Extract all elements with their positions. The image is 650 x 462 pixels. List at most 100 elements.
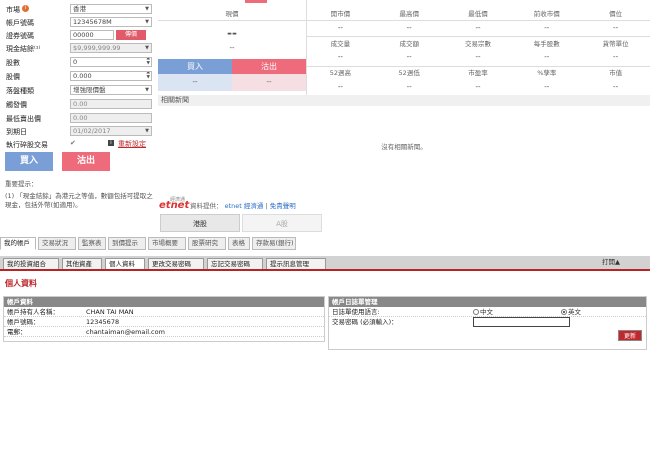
chevron-down-icon: ▼ bbox=[145, 6, 149, 12]
quote-panel: 現價 -- -- 買入 沽出 -- -- 開市價 -- 最高價 -- 最低價 -- 前收市價… bbox=[158, 0, 650, 95]
sub-tab[interactable]: 提示訊息管理 bbox=[266, 258, 326, 269]
language-row: 日誌單使用語言: 中文 英文 bbox=[329, 307, 646, 317]
quote-header: 最低價 bbox=[468, 10, 488, 18]
nav-tab[interactable]: 監察表 bbox=[78, 237, 106, 250]
nav-tab[interactable]: 交易狀況 bbox=[38, 237, 76, 250]
quote-sell-button[interactable]: 沽出 bbox=[232, 59, 306, 74]
account-number-value: 12345678 bbox=[86, 318, 120, 326]
account-holder-row: 帳戶持有人名稱： CHAN TAI MAN bbox=[4, 307, 324, 317]
cash-row: 現金結餘⁽¹⁾ $9,999,999.99 ▼ bbox=[4, 43, 154, 54]
expiry-select[interactable]: 01/02/2017 ▼ bbox=[70, 126, 152, 136]
price-value: 0.000 bbox=[73, 72, 92, 80]
divider bbox=[158, 20, 650, 21]
order-type-label: 落盤種類 bbox=[6, 87, 34, 95]
price-row: 股價 0.000 ▲ ▼ bbox=[4, 71, 154, 82]
min-price-input[interactable]: 0.00 bbox=[70, 113, 152, 123]
reset-link[interactable]: 重新設定 bbox=[118, 139, 146, 149]
nav-tab[interactable]: 市場概要 bbox=[148, 237, 186, 250]
quote-buy-button[interactable]: 買入 bbox=[158, 59, 232, 74]
expiry-label: 到期日 bbox=[6, 128, 27, 136]
account-number-row: 帳戶號碼： 12345678 bbox=[4, 317, 324, 327]
cash-value-text: $9,999,999.99 bbox=[73, 44, 121, 52]
sub-tab[interactable]: 更改交易密碼 bbox=[148, 258, 204, 269]
password-button[interactable]: 傳價 bbox=[116, 30, 146, 40]
quote-value: -- bbox=[475, 53, 481, 61]
chevron-down-icon: ▼ bbox=[145, 87, 149, 93]
radio-selected-icon[interactable] bbox=[561, 309, 567, 315]
provider-bar: 資料提供： etnet 經濟通 | 免責聲明 bbox=[190, 200, 296, 210]
quote-header: 市值 bbox=[609, 69, 623, 77]
nav-tab[interactable]: 股票研究 bbox=[188, 237, 226, 250]
tab-hk-stocks[interactable]: 港股 bbox=[160, 214, 240, 232]
quote-header: %孳率 bbox=[537, 69, 557, 77]
chevron-down-icon: ▼ bbox=[145, 45, 149, 51]
quantity-label: 股數 bbox=[6, 59, 20, 67]
nav-tab[interactable]: 到價提示 bbox=[108, 237, 146, 250]
news-panel: 相關新聞 沒有相關新聞。 bbox=[158, 95, 650, 195]
nav-tab[interactable]: 表格 bbox=[228, 237, 250, 250]
ask-value: -- bbox=[232, 74, 306, 91]
disclaimer-link[interactable]: 免責聲明 bbox=[270, 202, 296, 210]
market-value: 香港 bbox=[73, 5, 86, 13]
trade-password-input[interactable] bbox=[473, 317, 570, 327]
nav-tab[interactable]: 我的帳戶 bbox=[0, 237, 36, 250]
order-form: 市場 i 香港 ▼ 帳戶號碼 12345678M ▼ 證券號碼 00000 傳價 現金… bbox=[0, 0, 158, 236]
min-price-row: 最低賣出價 0.00 bbox=[4, 113, 154, 124]
sell-button[interactable]: 沽出 bbox=[62, 152, 110, 171]
tab-a-shares[interactable]: A股 bbox=[242, 214, 322, 232]
nav-tab[interactable]: 存款易(銀行) bbox=[252, 237, 296, 250]
info-icon[interactable]: i bbox=[108, 140, 114, 146]
price-stepper[interactable]: 0.000 ▲ ▼ bbox=[70, 71, 152, 81]
account-number-label: 帳戶號碼： bbox=[7, 318, 40, 326]
email-value: chantaiman@email.com bbox=[86, 328, 165, 336]
radio-icon[interactable] bbox=[473, 309, 479, 315]
news-empty-text: 沒有相關新聞。 bbox=[381, 143, 427, 151]
expiry-value: 01/02/2017 bbox=[73, 127, 111, 135]
etnet-link[interactable]: etnet 經濟通 bbox=[225, 202, 264, 210]
account-row: 帳戶號碼 12345678M ▼ bbox=[4, 17, 154, 28]
quantity-value: 0 bbox=[73, 58, 78, 66]
divider bbox=[0, 269, 650, 271]
account-value: 12345678M bbox=[73, 18, 112, 26]
notes-text: (1) 「現金結餘」為港元之等值，數額包括可提取之現金，包括外幣(如適用)。 bbox=[5, 192, 153, 209]
account-select[interactable]: 12345678M ▼ bbox=[70, 17, 152, 27]
provider-label: 資料提供： bbox=[190, 202, 223, 210]
quote-header: 最高價 bbox=[399, 10, 419, 18]
trigger-price-row: 觸發價 0.00 bbox=[4, 99, 154, 110]
lang-option-zh[interactable]: 中文 bbox=[473, 307, 493, 317]
sub-tab[interactable]: 忘記交易密碼 bbox=[207, 258, 263, 269]
password-input[interactable]: 00000 bbox=[70, 30, 114, 40]
quote-header: 前收市價 bbox=[533, 10, 560, 18]
collapse-toggle[interactable]: 打開▲ bbox=[602, 256, 620, 268]
expiry-row: 到期日 01/02/2017 ▼ bbox=[4, 126, 154, 137]
news-header: 相關新聞 bbox=[158, 95, 650, 106]
checkbox-icon[interactable]: ✔ bbox=[70, 139, 76, 147]
info-icon[interactable]: i bbox=[22, 5, 29, 12]
quote-header: 市盈率 bbox=[468, 69, 488, 77]
lang-option-en[interactable]: 英文 bbox=[561, 307, 581, 317]
sub-nav: 打開▲ 我的投資組合 其他資產 個人資料 更改交易密碼 忘記交易密碼 提示訊息管理 bbox=[0, 256, 650, 269]
market-select[interactable]: 香港 ▼ bbox=[70, 4, 152, 14]
lang-en-label: 英文 bbox=[568, 308, 581, 316]
sub-tab[interactable]: 我的投資組合 bbox=[3, 258, 59, 269]
chevron-down-icon: ▼ bbox=[145, 19, 149, 25]
sub-tab[interactable]: 個人資料 bbox=[105, 258, 145, 269]
password-row: 證券號碼 00000 傳價 bbox=[4, 30, 154, 41]
sub-tab[interactable]: 其他資產 bbox=[62, 258, 102, 269]
stepper-icon[interactable]: ▲ ▼ bbox=[147, 58, 150, 66]
quote-header: 每手股數 bbox=[533, 40, 560, 48]
buy-button[interactable]: 買入 bbox=[5, 152, 53, 171]
trigger-price-input[interactable]: 0.00 bbox=[70, 99, 152, 109]
lang-zh-label: 中文 bbox=[480, 308, 493, 316]
statement-settings-header: 帳戶日誌單管理 bbox=[329, 297, 646, 307]
email-row: 電郵： chantaiman@email.com bbox=[4, 327, 324, 337]
main-nav: 我的帳戶 交易狀況 監察表 到價提示 市場概要 股票研究 表格 存款易(銀行) bbox=[0, 237, 650, 251]
stepper-icon[interactable]: ▲ ▼ bbox=[147, 72, 150, 80]
quantity-stepper[interactable]: 0 ▲ ▼ bbox=[70, 57, 152, 67]
trade-password-row: 交易密碼 (必須輸入)： bbox=[329, 317, 646, 327]
odd-lot-row: 執行碎股交易 ✔ i 重新設定 bbox=[4, 139, 154, 150]
order-type-select[interactable]: 增強限價盤 ▼ bbox=[70, 85, 152, 95]
page-title: 個人資料 bbox=[5, 279, 37, 288]
quote-value: -- bbox=[406, 53, 412, 61]
update-button[interactable]: 更新 bbox=[618, 330, 642, 341]
